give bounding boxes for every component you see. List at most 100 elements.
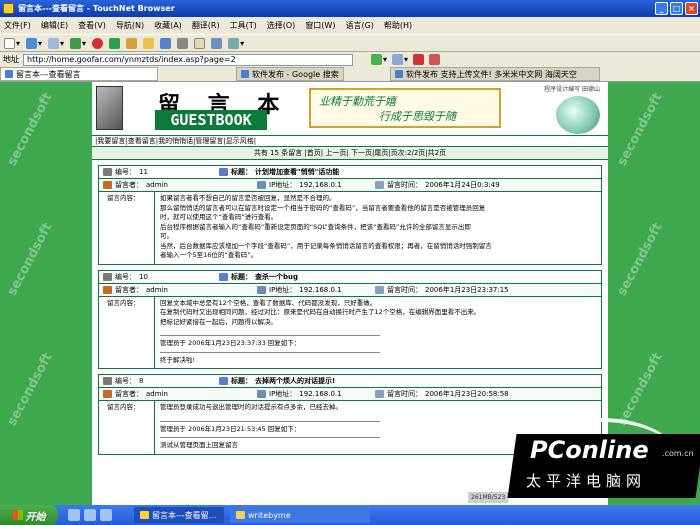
refresh-button[interactable]: [109, 37, 121, 49]
back-arrow-icon: [26, 37, 38, 49]
motto-line-2: 行成于思毁于随: [379, 110, 456, 123]
subject-icon: [219, 168, 228, 176]
message-ip: IP地址： 192.168.0.1: [257, 285, 375, 295]
ip-label: IP地址：: [269, 285, 297, 294]
menu-language[interactable]: 语言(G): [345, 20, 373, 31]
tab-guestbook[interactable]: 留言本---查看留言: [0, 67, 158, 81]
close-icon: [413, 54, 425, 65]
menu-edit[interactable]: 编辑(E): [41, 20, 68, 31]
taskbar-item-folder[interactable]: writebyme: [230, 507, 370, 523]
tab-google[interactable]: 软件发布 - Google 搜索: [236, 67, 344, 81]
close-tab-button[interactable]: [413, 54, 425, 65]
reply-divider: [160, 437, 380, 438]
network-icon: [257, 390, 266, 398]
logo-chinese: 太平洋电脑网: [526, 472, 647, 490]
menu-help[interactable]: 帮助(H): [384, 20, 412, 31]
zoom-button[interactable]: ▾: [228, 37, 244, 49]
message-id: 编号： 10: [99, 272, 219, 282]
window-title: 留言本---查看留言 - TouchNet Browser: [18, 4, 175, 13]
menu-bar: 文件(F) 编辑(E) 查看(V) 导航(N) 收藏(A) 翻译(R) 工具(T…: [0, 17, 700, 34]
ip-value: 192.168.0.1: [299, 390, 342, 398]
message-card: 编号： 10 标题： 查杀一个bug 留言者： admin IP地址： 192.168.…: [98, 269, 602, 369]
menu-translate[interactable]: 翻译(R): [192, 20, 220, 31]
menu-favorites[interactable]: 收藏(A): [154, 20, 182, 31]
taskbar-item-browser[interactable]: 留言本---查看留...: [134, 507, 224, 523]
search-button[interactable]: ▾: [392, 54, 408, 65]
menu-tools[interactable]: 工具(T): [230, 20, 257, 31]
menu-file[interactable]: 文件(F): [4, 20, 31, 31]
disc-graphic-icon: [556, 96, 600, 134]
pconline-logo: PConline .com.cn 太平洋电脑网: [507, 418, 700, 498]
message-subject: 标题： 去掉两个烦人的对话提示!: [219, 376, 335, 386]
watermark-text: secondsoft: [4, 220, 56, 299]
body-line: 者输入一个5至16位的“查看码”。: [160, 251, 258, 259]
user-icon: [103, 181, 112, 189]
maximize-button[interactable]: □: [670, 2, 683, 15]
print-button[interactable]: [177, 37, 189, 49]
pager[interactable]: 共有 15 条留言 |首页| 上一页| 下一页|尾页|页次:2/2页|共2页: [92, 147, 608, 160]
forward-button[interactable]: ▾: [48, 37, 64, 49]
watermark-text: secondsoft: [614, 90, 666, 169]
stop-button[interactable]: [92, 37, 104, 49]
stop-icon: [92, 37, 104, 49]
message-header-row: 编号： 11 标题： 计划增加查看"悄悄"话功能: [99, 166, 601, 179]
history-button[interactable]: [160, 37, 172, 49]
refresh-icon: [109, 37, 121, 49]
browser-app-icon: [3, 3, 14, 14]
close-button[interactable]: ×: [685, 2, 698, 15]
content-label: 留言内容：: [99, 296, 155, 368]
address-input[interactable]: [23, 53, 353, 66]
mail-button[interactable]: [194, 37, 206, 49]
task-label: writebyme: [248, 510, 291, 520]
forward-arrow-icon: [48, 37, 60, 49]
id-label: 编号：: [115, 377, 136, 385]
menu-options[interactable]: 选择(O): [267, 20, 296, 31]
window-titlebar: 留言本---查看留言 - TouchNet Browser _ □ ×: [0, 0, 700, 17]
favorites-button[interactable]: [143, 37, 155, 49]
page-icon: [4, 37, 15, 49]
message-meta-row: 留言者： admin IP地址： 192.168.0.1 留言时间： 2006年1月2…: [99, 388, 601, 401]
guestbook-nav[interactable]: |我要留言|查看留言|我的悄悄话|管理留言|显示风格|: [92, 136, 608, 147]
tab-label: 软件发布 支持上传文件! 多米米中文网 海阔天空: [406, 69, 577, 79]
quick-launch: [68, 509, 112, 521]
body-line: 在复制代码时又出现相同问题，经过对比：原来是代码在自动换行时产生了12个空格，在…: [160, 308, 481, 316]
user-icon: [103, 285, 112, 294]
author-label: 留言者：: [115, 390, 143, 398]
minimize-button[interactable]: _: [655, 2, 668, 15]
menu-window[interactable]: 窗口(W): [305, 20, 335, 31]
address-label: 地址: [3, 55, 19, 64]
back-button[interactable]: ▾: [26, 37, 42, 49]
home-icon: [126, 37, 138, 49]
new-page-button[interactable]: ▾: [4, 37, 20, 49]
message-content-row: 留言内容： 如果留言者看不想自己的留言是否被回复，显然是不合理的。 那么留悄悄话…: [99, 192, 601, 264]
clock-icon: [375, 285, 384, 294]
close-all-button[interactable]: [429, 54, 441, 65]
id-label: 编号：: [115, 168, 136, 176]
book-icon: [103, 168, 112, 176]
task-label: 留言本---查看留...: [152, 510, 217, 520]
tab-label: 留言本---查看留言: [16, 69, 81, 79]
message-meta-row: 留言者： admin IP地址： 192.168.0.1 留言时间： 2006年1月2…: [99, 179, 601, 192]
memory-status: 261MB/523: [468, 492, 509, 503]
home-button[interactable]: [126, 37, 138, 49]
browser-task-icon: [140, 511, 149, 519]
logo-domain: .com.cn: [662, 449, 694, 458]
id-value: 10: [139, 272, 148, 281]
go-button[interactable]: ▾: [371, 54, 387, 65]
book-icon: [103, 272, 112, 281]
subject-label: 标题：: [231, 272, 252, 281]
tab-software[interactable]: 软件发布 支持上传文件! 多米米中文网 海阔天空: [390, 67, 600, 81]
start-button[interactable]: 开始: [0, 505, 58, 525]
author-value: admin: [146, 390, 168, 398]
up-button[interactable]: ▾: [70, 37, 86, 49]
quick-launch-media-icon[interactable]: [100, 509, 112, 521]
menu-navigate[interactable]: 导航(N): [116, 20, 144, 31]
message-author: 留言者： admin: [99, 285, 257, 295]
quick-launch-ie-icon[interactable]: [68, 509, 80, 521]
user-icon: [103, 390, 112, 398]
edit-button[interactable]: [211, 37, 223, 49]
quick-launch-desktop-icon[interactable]: [84, 509, 96, 521]
body-line: 时，就可以使用这个“查看码”进行查看。: [160, 213, 278, 221]
time-value: 2006年1月24日0:3:49: [425, 181, 500, 189]
menu-view[interactable]: 查看(V): [78, 20, 106, 31]
